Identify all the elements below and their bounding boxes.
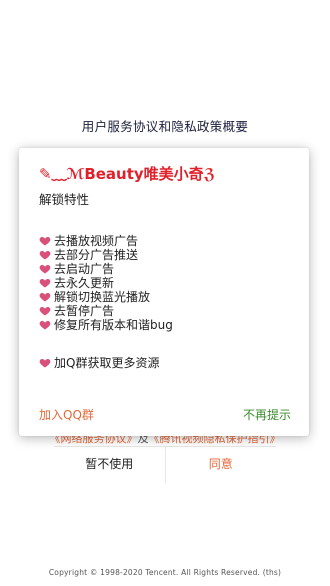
heart-icon xyxy=(39,279,51,288)
feature-text: 去暂停广告 xyxy=(54,304,115,318)
heart-icon xyxy=(39,237,51,246)
decline-button[interactable]: 暂不使用 xyxy=(54,446,166,483)
list-item: 修复所有版本和谐bug xyxy=(39,318,291,332)
list-item: 去暂停广告 xyxy=(39,304,291,318)
dont-show-again-button[interactable]: 不再提示 xyxy=(243,406,291,423)
dialog-actions: 加入QQ群 不再提示 xyxy=(39,406,291,423)
unlock-dialog: ✎﹏ℳBeauty唯美小奇ℨ 解锁特性 去播放视频广告 去部分广告推送 去启动广… xyxy=(19,148,309,436)
list-item: 去播放视频广告 xyxy=(39,234,291,248)
list-item: 去永久更新 xyxy=(39,276,291,290)
agree-button[interactable]: 同意 xyxy=(166,447,277,483)
qq-group-note: 加Q群获取更多资源 xyxy=(39,354,291,371)
heart-icon xyxy=(39,307,51,316)
feature-text: 去永久更新 xyxy=(54,276,115,290)
feature-list: 去播放视频广告 去部分广告推送 去启动广告 去永久更新 解锁切换蓝光播放 去暂停… xyxy=(39,234,291,332)
heart-icon xyxy=(39,251,51,260)
feature-text: 去启动广告 xyxy=(54,262,115,276)
feature-text: 解锁切换蓝光播放 xyxy=(54,290,151,304)
dialog-subtitle: 解锁特性 xyxy=(39,192,90,207)
page-title: 用户服务协议和隐私政策概要 xyxy=(81,119,249,134)
feature-text: 修复所有版本和谐bug xyxy=(54,318,173,332)
heart-icon xyxy=(39,265,51,274)
list-item: 去启动广告 xyxy=(39,262,291,276)
join-qq-group-button[interactable]: 加入QQ群 xyxy=(39,406,94,423)
list-item: 解锁切换蓝光播放 xyxy=(39,290,291,304)
qq-group-text: 加Q群获取更多资源 xyxy=(54,356,160,370)
feature-text: 去播放视频广告 xyxy=(54,234,139,248)
heart-icon xyxy=(39,293,51,302)
heart-icon xyxy=(39,358,51,367)
list-item: 去部分广告推送 xyxy=(39,248,291,262)
feature-text: 去部分广告推送 xyxy=(54,248,139,262)
heart-icon xyxy=(39,321,51,330)
dialog-title: ✎﹏ℳBeauty唯美小奇ℨ xyxy=(39,165,216,183)
consent-actions: 暂不使用 同意 xyxy=(54,446,277,483)
copyright-text: Copyright © 1998-2020 Tencent. All Right… xyxy=(48,568,282,577)
